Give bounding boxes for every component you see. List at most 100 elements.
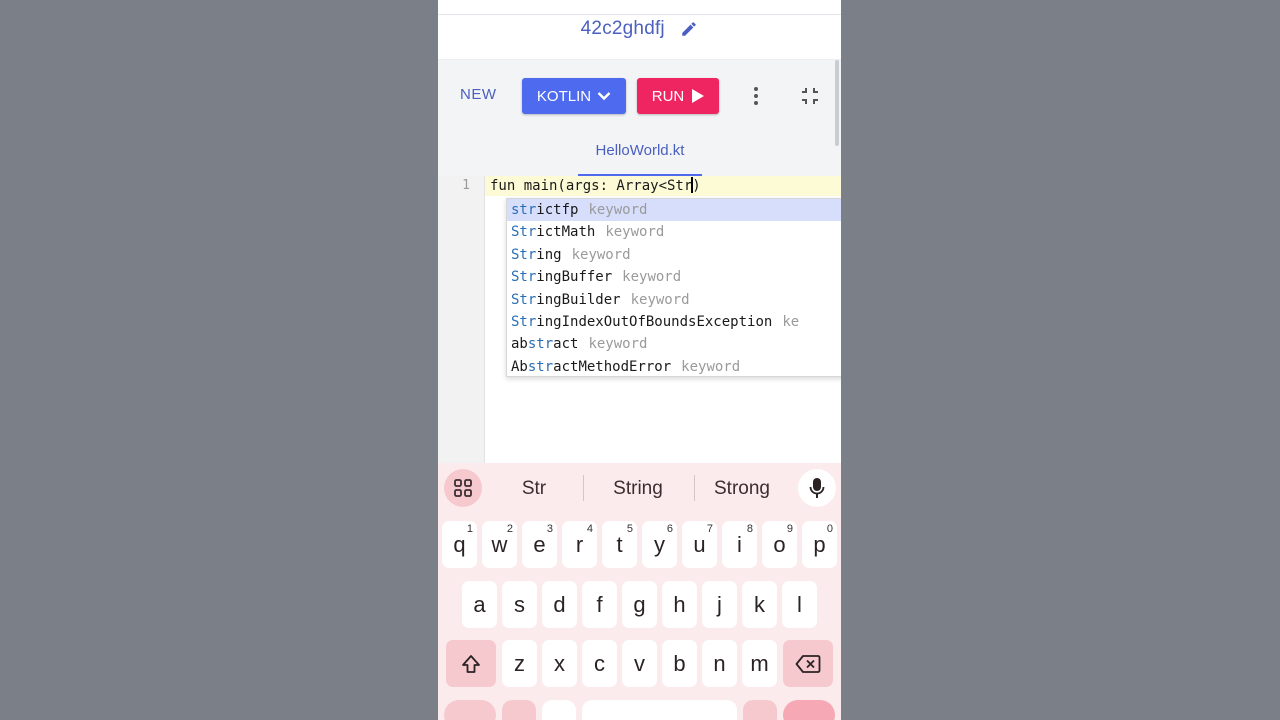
letter-key[interactable]: u7 bbox=[682, 521, 717, 568]
chevron-down-icon bbox=[597, 92, 611, 101]
item-prefix: ab bbox=[511, 336, 528, 353]
key-label: c bbox=[594, 650, 605, 676]
key-number-hint: 7 bbox=[706, 523, 713, 535]
letter-key[interactable]: l bbox=[782, 581, 817, 628]
letter-key[interactable]: x bbox=[542, 640, 577, 687]
voice-input-button[interactable] bbox=[798, 469, 836, 507]
key-label: h bbox=[673, 591, 686, 617]
letter-key[interactable]: e3 bbox=[522, 521, 557, 568]
autocomplete-item[interactable]: StringIndexOutOfBoundsException ke bbox=[507, 311, 841, 333]
autocomplete-popup[interactable]: strictfp keyword StrictMath keyword String ke… bbox=[506, 198, 841, 377]
key-label: r bbox=[575, 531, 584, 557]
key-number-hint: 6 bbox=[666, 523, 673, 535]
key-label: i bbox=[737, 531, 742, 557]
letter-key[interactable]: i8 bbox=[722, 521, 757, 568]
key-label: t bbox=[616, 531, 623, 557]
letter-key[interactable]: a bbox=[462, 581, 497, 628]
suggestion-3[interactable]: Strong bbox=[702, 478, 782, 500]
letter-key[interactable]: o9 bbox=[762, 521, 797, 568]
letter-key[interactable]: q1 bbox=[442, 521, 477, 568]
key-label: f bbox=[596, 591, 603, 617]
letter-key[interactable]: f bbox=[582, 581, 617, 628]
item-kind: keyword bbox=[571, 246, 631, 263]
letter-key[interactable]: t5 bbox=[602, 521, 637, 568]
soft-keyboard: Str String Strong q1w2e3r4t5y6u7i8o9p0 a… bbox=[438, 463, 841, 720]
edit-pencil-icon[interactable] bbox=[680, 20, 698, 38]
code-editor[interactable]: 1 fun main(args: Array<Str) strictfp keyw… bbox=[438, 176, 841, 466]
letter-key[interactable]: g bbox=[622, 581, 657, 628]
key-label: x bbox=[554, 650, 565, 676]
letter-key[interactable]: w2 bbox=[482, 521, 517, 568]
item-rest: actMethodError bbox=[553, 358, 672, 375]
item-match: Str bbox=[511, 291, 537, 308]
period-key[interactable] bbox=[743, 700, 777, 720]
autocomplete-item[interactable]: StrictMath keyword bbox=[507, 221, 841, 243]
comma-key[interactable] bbox=[502, 700, 536, 720]
tab-helloworld[interactable]: HelloWorld.kt bbox=[578, 142, 702, 176]
key-number-hint: 9 bbox=[786, 523, 793, 535]
letter-key[interactable]: s bbox=[502, 581, 537, 628]
project-header: 42c2ghdfj bbox=[438, 0, 841, 60]
line-number: 1 bbox=[462, 178, 470, 193]
phone-screen: 42c2ghdfj NEW KOTLIN RUN HelloWorld.kt 1… bbox=[438, 0, 841, 720]
autocomplete-item[interactable]: AbstractMethodError keyword bbox=[507, 356, 841, 376]
code-line[interactable]: fun main(args: Array<Str) bbox=[490, 177, 701, 194]
letter-key[interactable]: z bbox=[502, 640, 537, 687]
project-title[interactable]: 42c2ghdfj bbox=[438, 18, 841, 40]
key-label: w bbox=[491, 531, 508, 557]
letter-key[interactable]: p0 bbox=[802, 521, 837, 568]
project-name[interactable]: 42c2ghdfj bbox=[581, 18, 665, 39]
suggestion-2[interactable]: String bbox=[593, 478, 683, 500]
key-number-hint: 3 bbox=[546, 523, 553, 535]
autocomplete-item[interactable]: StringBuilder keyword bbox=[507, 289, 841, 311]
letter-key[interactable]: v bbox=[622, 640, 657, 687]
code-after-cursor: ) bbox=[692, 178, 701, 194]
editor-toolbar: NEW KOTLIN RUN bbox=[438, 60, 841, 132]
letter-key[interactable]: h bbox=[662, 581, 697, 628]
letter-key[interactable]: y6 bbox=[642, 521, 677, 568]
symbols-key[interactable] bbox=[444, 700, 496, 720]
backspace-key[interactable] bbox=[783, 640, 833, 687]
letter-key[interactable]: r4 bbox=[562, 521, 597, 568]
space-key[interactable] bbox=[582, 700, 737, 720]
letter-key[interactable]: b bbox=[662, 640, 697, 687]
more-vert-icon[interactable] bbox=[748, 86, 764, 106]
key-label: m bbox=[750, 650, 769, 676]
key-label: j bbox=[717, 591, 722, 617]
item-rest: act bbox=[553, 336, 579, 353]
emoji-key[interactable] bbox=[542, 700, 576, 720]
letter-key[interactable]: j bbox=[702, 581, 737, 628]
autocomplete-item[interactable]: String keyword bbox=[507, 244, 841, 266]
language-select-button[interactable]: KOTLIN bbox=[522, 78, 626, 114]
letter-key[interactable]: m bbox=[742, 640, 777, 687]
item-kind: keyword bbox=[630, 291, 690, 308]
letter-key[interactable]: n bbox=[702, 640, 737, 687]
page-scrollbar[interactable] bbox=[835, 60, 839, 146]
shift-key[interactable] bbox=[446, 640, 496, 687]
item-match: str bbox=[511, 202, 537, 218]
letter-key[interactable]: d bbox=[542, 581, 577, 628]
keyboard-apps-button[interactable] bbox=[444, 469, 482, 507]
item-kind: ke bbox=[782, 313, 800, 330]
new-button[interactable]: NEW bbox=[460, 86, 497, 103]
suggestion-1[interactable]: Str bbox=[494, 478, 574, 500]
run-button[interactable]: RUN bbox=[637, 78, 719, 114]
header-divider bbox=[438, 14, 841, 15]
key-label: a bbox=[473, 591, 486, 617]
key-label: u bbox=[693, 531, 706, 557]
enter-key[interactable] bbox=[783, 700, 835, 720]
key-label: b bbox=[673, 650, 686, 676]
key-label: q bbox=[453, 531, 466, 557]
autocomplete-item[interactable]: strictfp keyword bbox=[507, 199, 841, 222]
exit-fullscreen-icon[interactable] bbox=[800, 86, 820, 106]
item-kind: keyword bbox=[681, 358, 741, 375]
autocomplete-item[interactable]: abstract keyword bbox=[507, 333, 841, 355]
key-number-hint: 2 bbox=[506, 523, 513, 535]
letter-key[interactable]: c bbox=[582, 640, 617, 687]
key-label: d bbox=[553, 591, 566, 617]
shift-icon bbox=[462, 654, 480, 673]
item-match: Str bbox=[511, 246, 537, 263]
letter-key[interactable]: k bbox=[742, 581, 777, 628]
autocomplete-item[interactable]: StringBuffer keyword bbox=[507, 266, 841, 288]
item-match: str bbox=[527, 358, 554, 375]
